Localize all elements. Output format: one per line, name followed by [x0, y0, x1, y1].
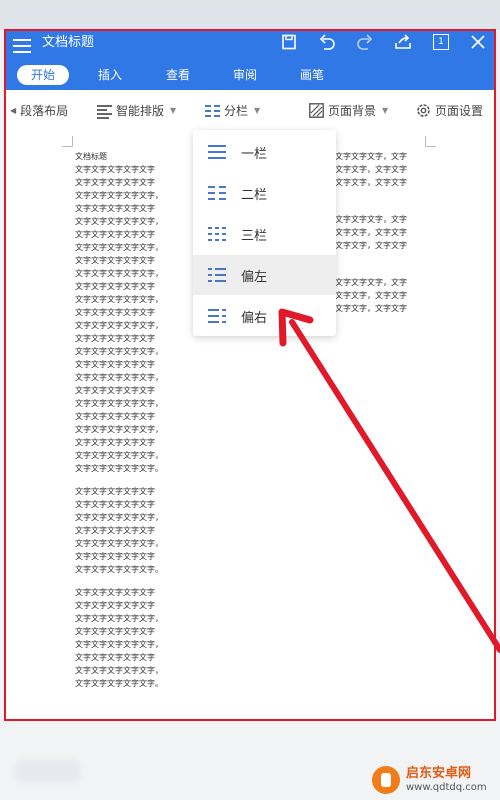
- site-watermark: 启东安卓网 www.qdtdq.com: [372, 762, 497, 798]
- watermark-url: www.qdtdq.com: [406, 782, 487, 793]
- annotation-arrow: [278, 308, 500, 653]
- watermark-name: 启东安卓网: [406, 766, 472, 781]
- blurred-area: [15, 760, 80, 782]
- watermark-logo-icon: [372, 766, 400, 794]
